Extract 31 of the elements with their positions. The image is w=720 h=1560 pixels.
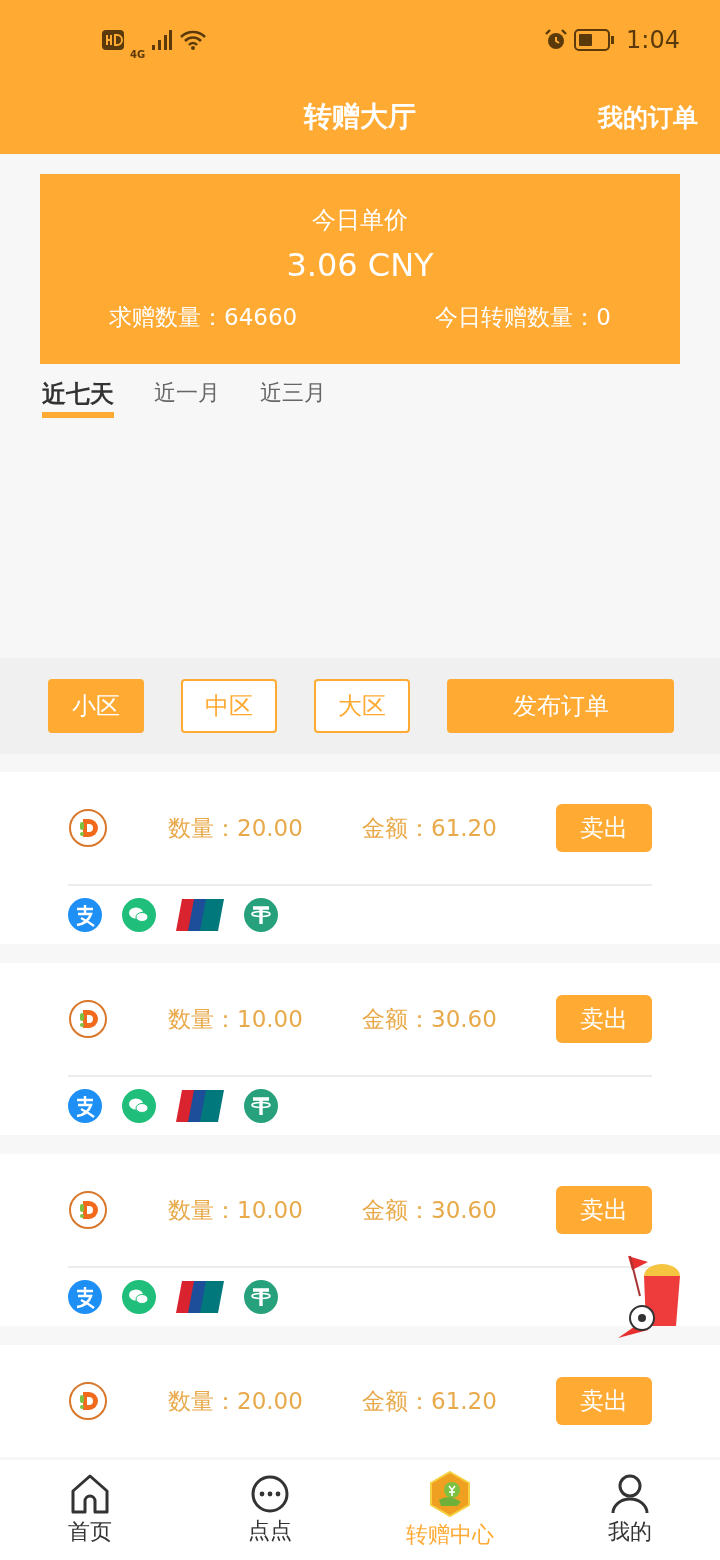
stat-text: 求赠数量：64660	[109, 303, 298, 332]
my-orders-link[interactable]: 我的订单	[598, 100, 698, 134]
clock-time: 1:04	[626, 26, 680, 54]
nav-tab[interactable]: 我的	[540, 1460, 720, 1560]
amount-text: 金额：61.20	[362, 813, 497, 843]
network-label: 4G	[130, 48, 146, 60]
stat-text: 今日转赠数量：0	[435, 303, 611, 332]
nav-tab[interactable]: 转赠中心	[360, 1460, 540, 1560]
sell-button[interactable]: 卖出	[556, 804, 652, 852]
sell-button[interactable]: 卖出	[556, 1186, 652, 1234]
quantity-text: 数量：10.00	[168, 1004, 304, 1034]
range-tab[interactable]: 近一月	[154, 378, 220, 418]
quantity-text: 数量：10.00	[168, 1195, 304, 1225]
quantity-text: 数量：20.00	[168, 1386, 304, 1416]
nav-tab[interactable]: 点点	[180, 1460, 360, 1560]
range-tab[interactable]: 近七天	[42, 378, 114, 418]
range-tab[interactable]: 近三月	[260, 378, 326, 418]
zone-filter[interactable]: 中区	[181, 679, 277, 733]
price-label: 今日单价	[312, 205, 408, 236]
publish-order-button[interactable]: 发布订单	[447, 679, 674, 733]
zone-filter[interactable]: 小区	[48, 679, 144, 733]
nav-tab[interactable]: 首页	[0, 1460, 180, 1560]
sell-button[interactable]: 卖出	[556, 1377, 652, 1425]
price-value: 3.06 CNY	[286, 246, 434, 284]
amount-text: 金额：30.60	[362, 1195, 497, 1225]
amount-text: 金额：30.60	[362, 1004, 497, 1034]
zone-filter[interactable]: 大区	[314, 679, 410, 733]
page-title: 转赠大厅	[304, 99, 416, 135]
quantity-text: 数量：20.00	[168, 813, 304, 843]
amount-text: 金额：61.20	[362, 1386, 497, 1416]
sell-button[interactable]: 卖出	[556, 995, 652, 1043]
